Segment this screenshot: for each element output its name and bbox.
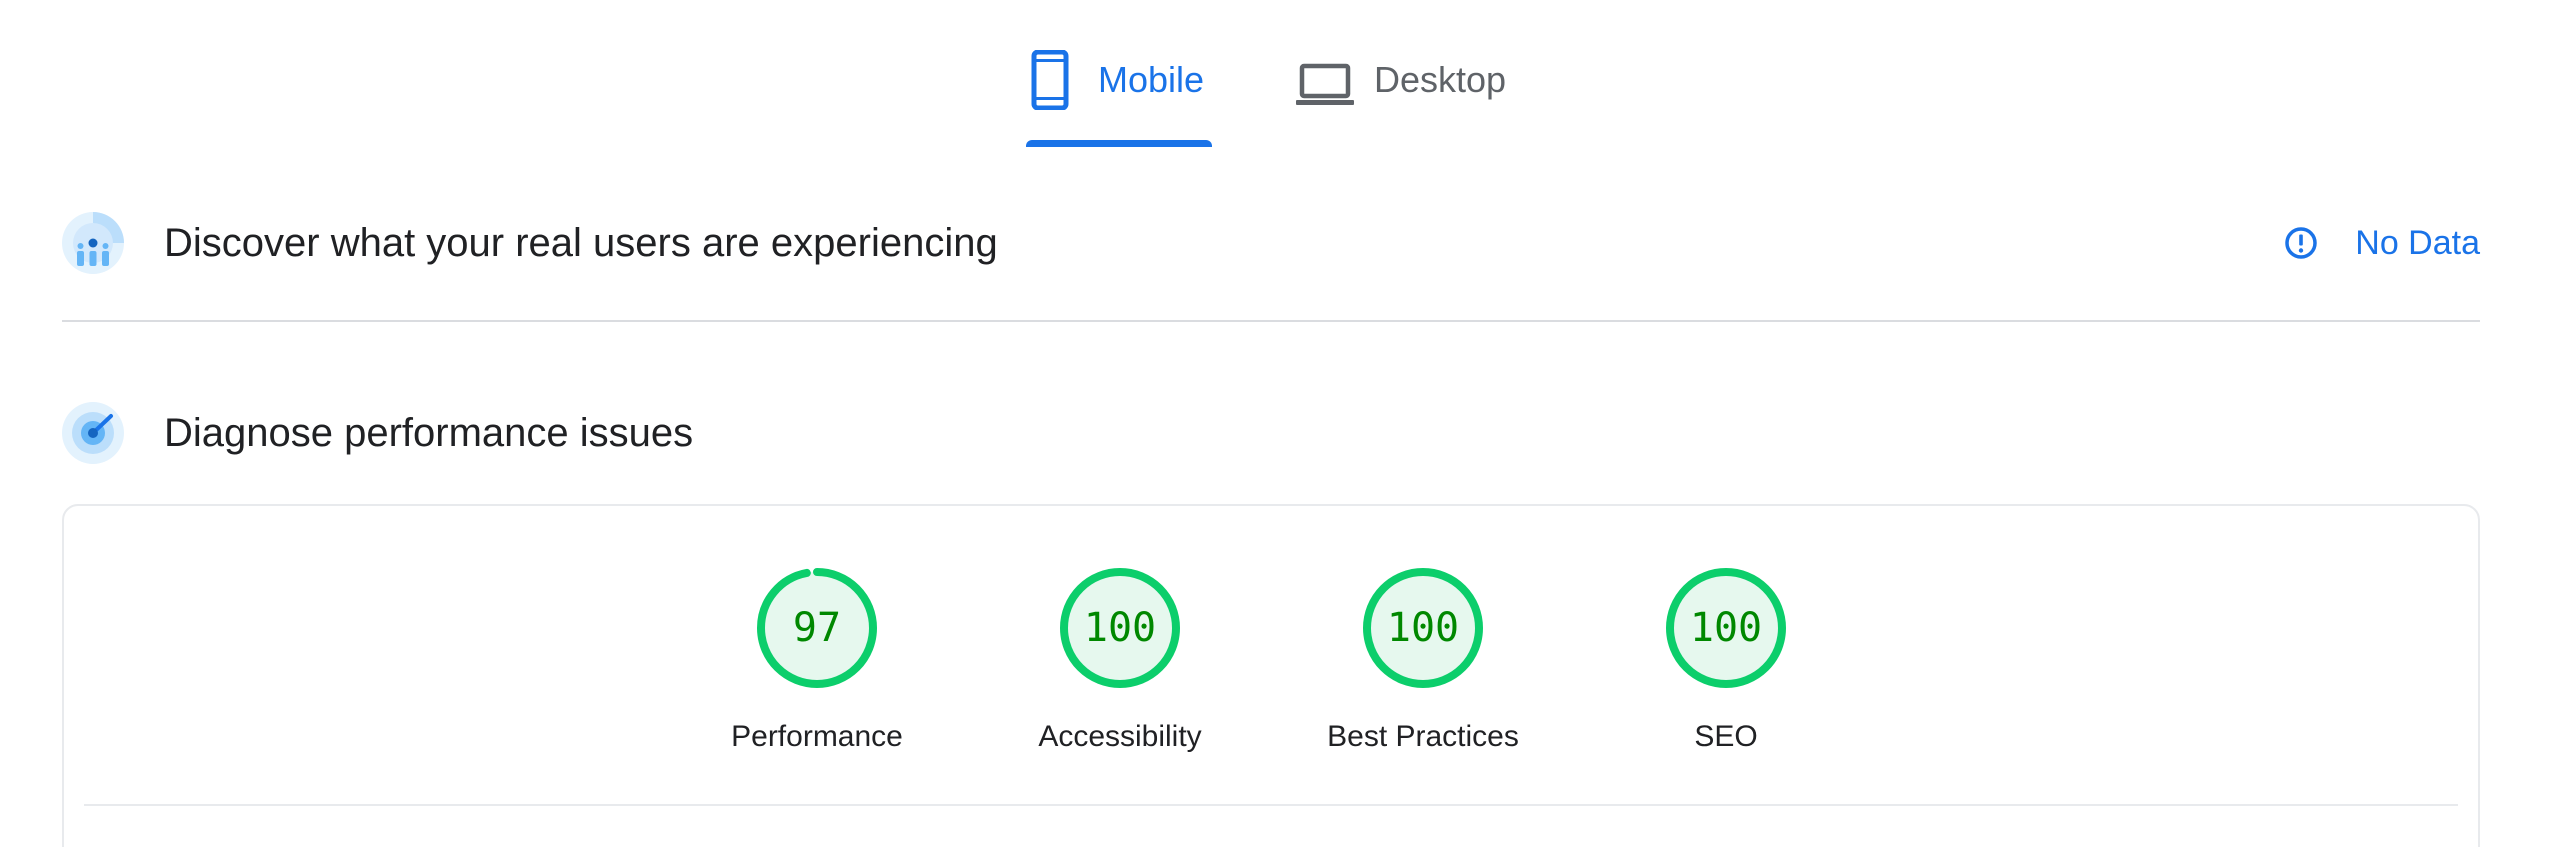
gauge-ring: 100	[1664, 566, 1788, 690]
field-data-title: Discover what your real users are experi…	[164, 220, 998, 265]
pagespeed-report: Mobile Desktop Discover what your real u…	[0, 0, 2560, 847]
scores-card: 97 Performance 100 Accessibility 100 Bes…	[62, 504, 2480, 847]
tab-mobile[interactable]: Mobile	[1026, 50, 1212, 150]
tab-desktop-label: Desktop	[1374, 59, 1507, 100]
gauge-performance[interactable]: 97 Performance	[717, 566, 917, 754]
tab-desktop[interactable]: Desktop	[1296, 50, 1536, 150]
score-value: 100	[1386, 605, 1460, 651]
active-tab-indicator	[1026, 140, 1212, 147]
gauge-ring: 100	[1058, 566, 1182, 690]
no-data-label: No Data	[2355, 223, 2480, 262]
smartphone-icon	[1031, 50, 1069, 110]
score-value: 100	[1083, 605, 1157, 651]
laptop-icon	[1296, 63, 1354, 105]
score-label: SEO	[1694, 720, 1758, 753]
diagnose-title: Diagnose performance issues	[164, 410, 694, 455]
info-icon	[2285, 227, 2318, 259]
users-experience-icon	[62, 212, 124, 274]
no-data-status[interactable]: No Data	[2283, 224, 2480, 263]
score-label: Accessibility	[1038, 720, 1202, 753]
gauge-ring: 97	[755, 566, 879, 690]
field-data-header: Discover what your real users are experi…	[62, 210, 2480, 276]
gauge-seo[interactable]: 100 SEO	[1626, 566, 1826, 754]
score-label: Performance	[731, 720, 903, 753]
lighthouse-icon	[62, 402, 124, 464]
gauge-best-practices[interactable]: 100 Best Practices	[1323, 566, 1523, 754]
gauge-ring: 100	[1361, 566, 1485, 690]
card-divider	[84, 804, 2458, 806]
section-divider	[62, 320, 2480, 322]
gauge-accessibility[interactable]: 100 Accessibility	[1020, 566, 1220, 754]
score-label: Best Practices	[1327, 720, 1519, 753]
score-gauges: 97 Performance 100 Accessibility 100 Bes…	[64, 566, 2478, 754]
score-value: 97	[792, 605, 842, 651]
score-value: 100	[1689, 605, 1763, 651]
tab-mobile-label: Mobile	[1098, 59, 1205, 100]
diagnose-header: Diagnose performance issues	[62, 400, 2480, 466]
device-tabs: Mobile Desktop	[0, 0, 2560, 150]
